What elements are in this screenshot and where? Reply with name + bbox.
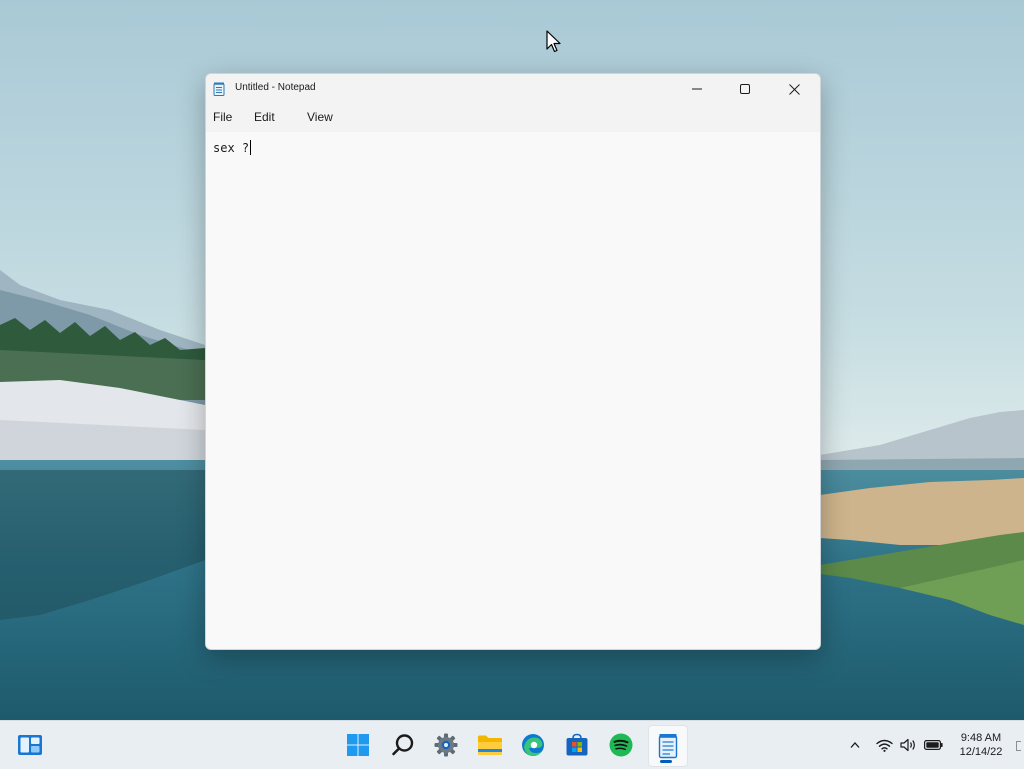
notepad-icon <box>658 734 678 759</box>
volume-icon <box>899 738 915 752</box>
file-explorer-button[interactable] <box>474 729 506 761</box>
minimize-button[interactable] <box>674 74 720 104</box>
maximize-icon <box>740 84 750 94</box>
notepad-window: Untitled - Notepad File Edit View sex ? <box>205 73 821 650</box>
widgets-icon <box>18 735 42 755</box>
taskbar: 9:48 AM 12/14/22 <box>0 720 1024 769</box>
clock-date: 12/14/22 <box>959 746 1003 758</box>
network-button[interactable] <box>874 721 894 769</box>
maximize-button[interactable] <box>722 74 768 104</box>
mouse-pointer-icon <box>546 30 562 54</box>
folder-icon <box>478 735 502 755</box>
gear-icon <box>434 733 458 757</box>
clock-time: 9:48 AM <box>960 732 1002 744</box>
editor-text: sex ? <box>213 141 250 155</box>
widgets-button[interactable] <box>14 729 46 761</box>
menu-view[interactable]: View <box>307 110 333 124</box>
chevron-up-icon <box>850 742 860 748</box>
battery-icon <box>923 740 943 750</box>
spotify-icon <box>609 733 633 757</box>
search-icon <box>392 734 414 756</box>
show-desktop-button[interactable] <box>1016 741 1021 751</box>
title-bar[interactable]: Untitled - Notepad <box>206 74 820 104</box>
wifi-icon <box>875 739 893 752</box>
store-icon <box>566 733 588 756</box>
microsoft-store-button[interactable] <box>561 729 593 761</box>
settings-button[interactable] <box>430 729 462 761</box>
clock[interactable]: 9:48 AM 12/14/22 <box>952 731 1010 759</box>
show-hidden-icons-button[interactable] <box>846 721 864 769</box>
editor-content: sex ? <box>213 140 252 155</box>
start-button[interactable] <box>342 729 374 761</box>
battery-button[interactable] <box>922 721 944 769</box>
volume-button[interactable] <box>898 721 918 769</box>
minimize-icon <box>692 88 702 90</box>
text-editor[interactable]: sex ? <box>206 132 820 649</box>
text-caret <box>250 140 252 155</box>
close-icon <box>788 83 800 95</box>
windows-start-icon <box>347 734 369 756</box>
menu-edit[interactable]: Edit <box>254 110 275 124</box>
close-button[interactable] <box>771 74 817 104</box>
menu-bar: File Edit View <box>206 104 820 132</box>
window-title: Untitled - Notepad <box>235 82 316 93</box>
edge-browser-button[interactable] <box>517 729 549 761</box>
notepad-icon <box>213 81 225 96</box>
spotify-button[interactable] <box>605 729 637 761</box>
search-button[interactable] <box>387 729 419 761</box>
active-app-indicator <box>660 760 672 763</box>
menu-file[interactable]: File <box>213 110 232 124</box>
edge-icon <box>522 734 544 756</box>
